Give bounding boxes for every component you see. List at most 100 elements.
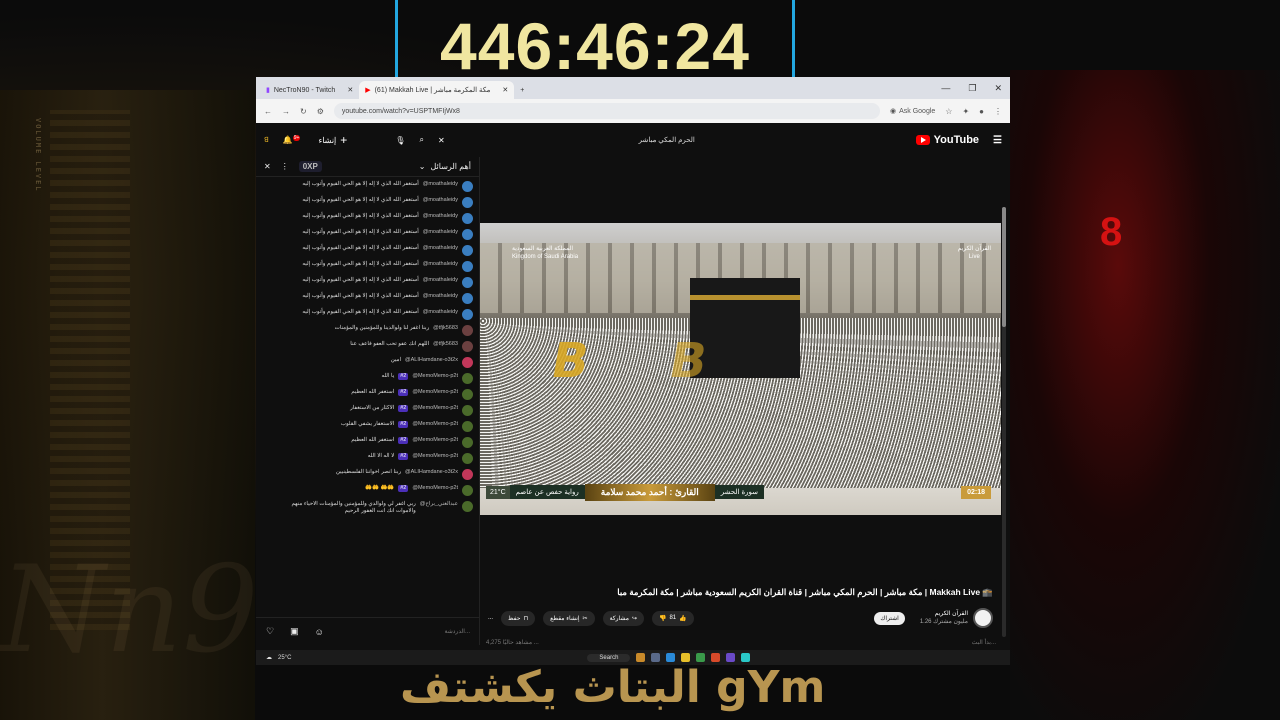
avatar[interactable] (462, 469, 473, 480)
taskbar-app-icon[interactable] (681, 653, 691, 662)
subscribe-button[interactable]: اشتراك (874, 611, 905, 625)
clip-button[interactable]: إنشاء مقطع ✂ (543, 610, 595, 626)
avatar[interactable] (462, 389, 473, 400)
chat-username[interactable]: @عبدالغني_براح (420, 501, 458, 508)
chat-username[interactable]: @moathaleidy (423, 213, 458, 220)
microphone-icon[interactable]: 🎙 (395, 136, 405, 145)
avatar[interactable] (462, 501, 473, 512)
chat-username[interactable]: @tfjk5683 (433, 341, 458, 348)
taskbar-app-icon[interactable] (726, 653, 736, 662)
profile-icon[interactable]: ● (979, 107, 984, 116)
avatar[interactable] (462, 213, 473, 224)
scrollbar[interactable] (1002, 207, 1006, 637)
taskbar-search[interactable]: Search (587, 653, 631, 662)
ask-google-button[interactable]: ◉ Ask Google (890, 107, 935, 116)
close-window-button[interactable]: ✕ (994, 83, 1002, 94)
avatar[interactable] (462, 405, 473, 416)
site-info-icon[interactable]: ⚙ (317, 107, 324, 116)
chat-username[interactable]: @moathaleidy (423, 181, 458, 188)
more-actions-button[interactable]: ... (488, 615, 493, 621)
avatar[interactable] (462, 197, 473, 208)
avatar[interactable] (462, 309, 473, 320)
avatar[interactable] (462, 453, 473, 464)
bookmark-star-icon[interactable]: ☆ (945, 107, 952, 116)
like-icon[interactable]: 👍 (679, 615, 686, 622)
chat-options-icon[interactable]: ⋮ (281, 162, 289, 171)
clear-search-icon[interactable]: ✕ (438, 136, 445, 145)
search-icon[interactable]: ⌕ (419, 135, 423, 145)
chat-mode-dropdown[interactable]: ⌄ أهم الرسائل (419, 162, 471, 171)
avatar[interactable] (462, 325, 473, 336)
close-chat-icon[interactable]: ✕ (264, 162, 271, 171)
chat-username[interactable]: @moathaleidy (423, 309, 458, 316)
chat-input[interactable]: الدردشة... (445, 628, 470, 635)
taskbar-app-icon[interactable] (636, 653, 646, 662)
emoji-icon[interactable]: ☺ (315, 627, 324, 637)
search-input[interactable]: الحرم المكي مباشر (639, 136, 695, 144)
avatar[interactable] (462, 181, 473, 192)
channel-logo-icon[interactable]: ꓭ (264, 136, 269, 144)
dislike-icon[interactable]: 👎 (659, 615, 666, 622)
chat-username[interactable]: @moathaleidy (423, 197, 458, 204)
notifications-icon[interactable]: 🔔9+ (283, 135, 301, 145)
avatar[interactable] (462, 229, 473, 240)
share-button[interactable]: مشاركة ↪ (602, 610, 644, 626)
chat-username[interactable]: @moathaleidy (423, 261, 458, 268)
chat-message-text: أستغفر الله الذي لا إله إلا هو الحي القي… (302, 261, 419, 267)
chat-username[interactable]: @moathaleidy (423, 229, 458, 236)
avatar[interactable] (462, 277, 473, 288)
taskbar-app-icon[interactable] (711, 653, 721, 662)
hamburger-menu-icon[interactable]: ☰ (993, 135, 1002, 146)
description-preview[interactable]: 4,275 مشاهد حاليًا ... بدأ البث... (486, 639, 996, 646)
minimize-button[interactable]: — (941, 83, 950, 94)
close-icon[interactable]: ✕ (502, 86, 508, 94)
avatar[interactable] (462, 357, 473, 368)
money-icon[interactable]: ▣ (290, 626, 299, 637)
avatar[interactable] (462, 245, 473, 256)
avatar[interactable] (462, 373, 473, 384)
extensions-icon[interactable]: ✦ (962, 107, 969, 116)
chat-username[interactable]: @tfjk5683 (433, 325, 458, 332)
chat-username[interactable]: @MemoMemo-p2t (412, 421, 458, 428)
avatar[interactable] (462, 437, 473, 448)
reload-icon[interactable]: ↻ (300, 107, 307, 116)
url-field[interactable]: youtube.com/watch?v=USPTMFIjWx8 (333, 103, 880, 119)
chat-username[interactable]: @ALIHamdane-o3t2x (405, 469, 458, 476)
video-player[interactable]: B B المملكة العربية السعودية Kingdom of … (480, 223, 1001, 515)
avatar[interactable] (462, 261, 473, 272)
chat-username[interactable]: @MemoMemo-p2t (412, 453, 458, 460)
taskbar-app-icon[interactable] (651, 653, 661, 662)
save-button[interactable]: حفظ ⊓ (501, 610, 536, 626)
chat-username[interactable]: @MemoMemo-p2t (412, 389, 458, 396)
tab-twitch[interactable]: ▮ NecTroN90 - Twitch ✕ (260, 81, 359, 99)
chat-username[interactable]: @MemoMemo-p2t (412, 405, 458, 412)
chat-username[interactable]: @ALIHamdane-o3t2x (405, 357, 458, 364)
chat-username[interactable]: @MemoMemo-p2t (412, 485, 458, 492)
chat-username[interactable]: @MemoMemo-p2t (412, 373, 458, 380)
heart-icon[interactable]: ♡ (266, 626, 274, 637)
taskbar-app-icon[interactable] (666, 653, 676, 662)
tab-youtube[interactable]: ▶ (61) Makkah Live | مكة المكرمة مباشر ✕ (359, 81, 515, 99)
maximize-button[interactable]: ❐ (968, 83, 976, 94)
avatar[interactable] (462, 341, 473, 352)
new-tab-button[interactable]: + (514, 81, 530, 99)
scrollbar-thumb[interactable] (1002, 207, 1006, 327)
chat-username[interactable]: @moathaleidy (423, 277, 458, 284)
close-icon[interactable]: ✕ (347, 86, 353, 94)
taskbar-app-icon[interactable] (696, 653, 706, 662)
avatar[interactable] (462, 485, 473, 496)
avatar[interactable] (462, 421, 473, 432)
chat-username[interactable]: @moathaleidy (423, 293, 458, 300)
create-button[interactable]: إنشاء + (310, 130, 355, 150)
taskbar-app-icon[interactable] (741, 653, 751, 662)
forward-icon[interactable]: → (282, 107, 290, 116)
menu-kebab-icon[interactable]: ⋮ (994, 107, 1002, 116)
youtube-logo[interactable]: YouTube ☰ (915, 134, 1002, 146)
channel-avatar[interactable] (973, 608, 993, 628)
chat-username[interactable]: @moathaleidy (423, 245, 458, 252)
weather-icon[interactable]: ☁ (266, 654, 272, 661)
back-icon[interactable]: ← (264, 107, 272, 116)
channel-name[interactable]: القرآن الكريم (935, 611, 968, 617)
avatar[interactable] (462, 293, 473, 304)
chat-username[interactable]: @MemoMemo-p2t (412, 437, 458, 444)
